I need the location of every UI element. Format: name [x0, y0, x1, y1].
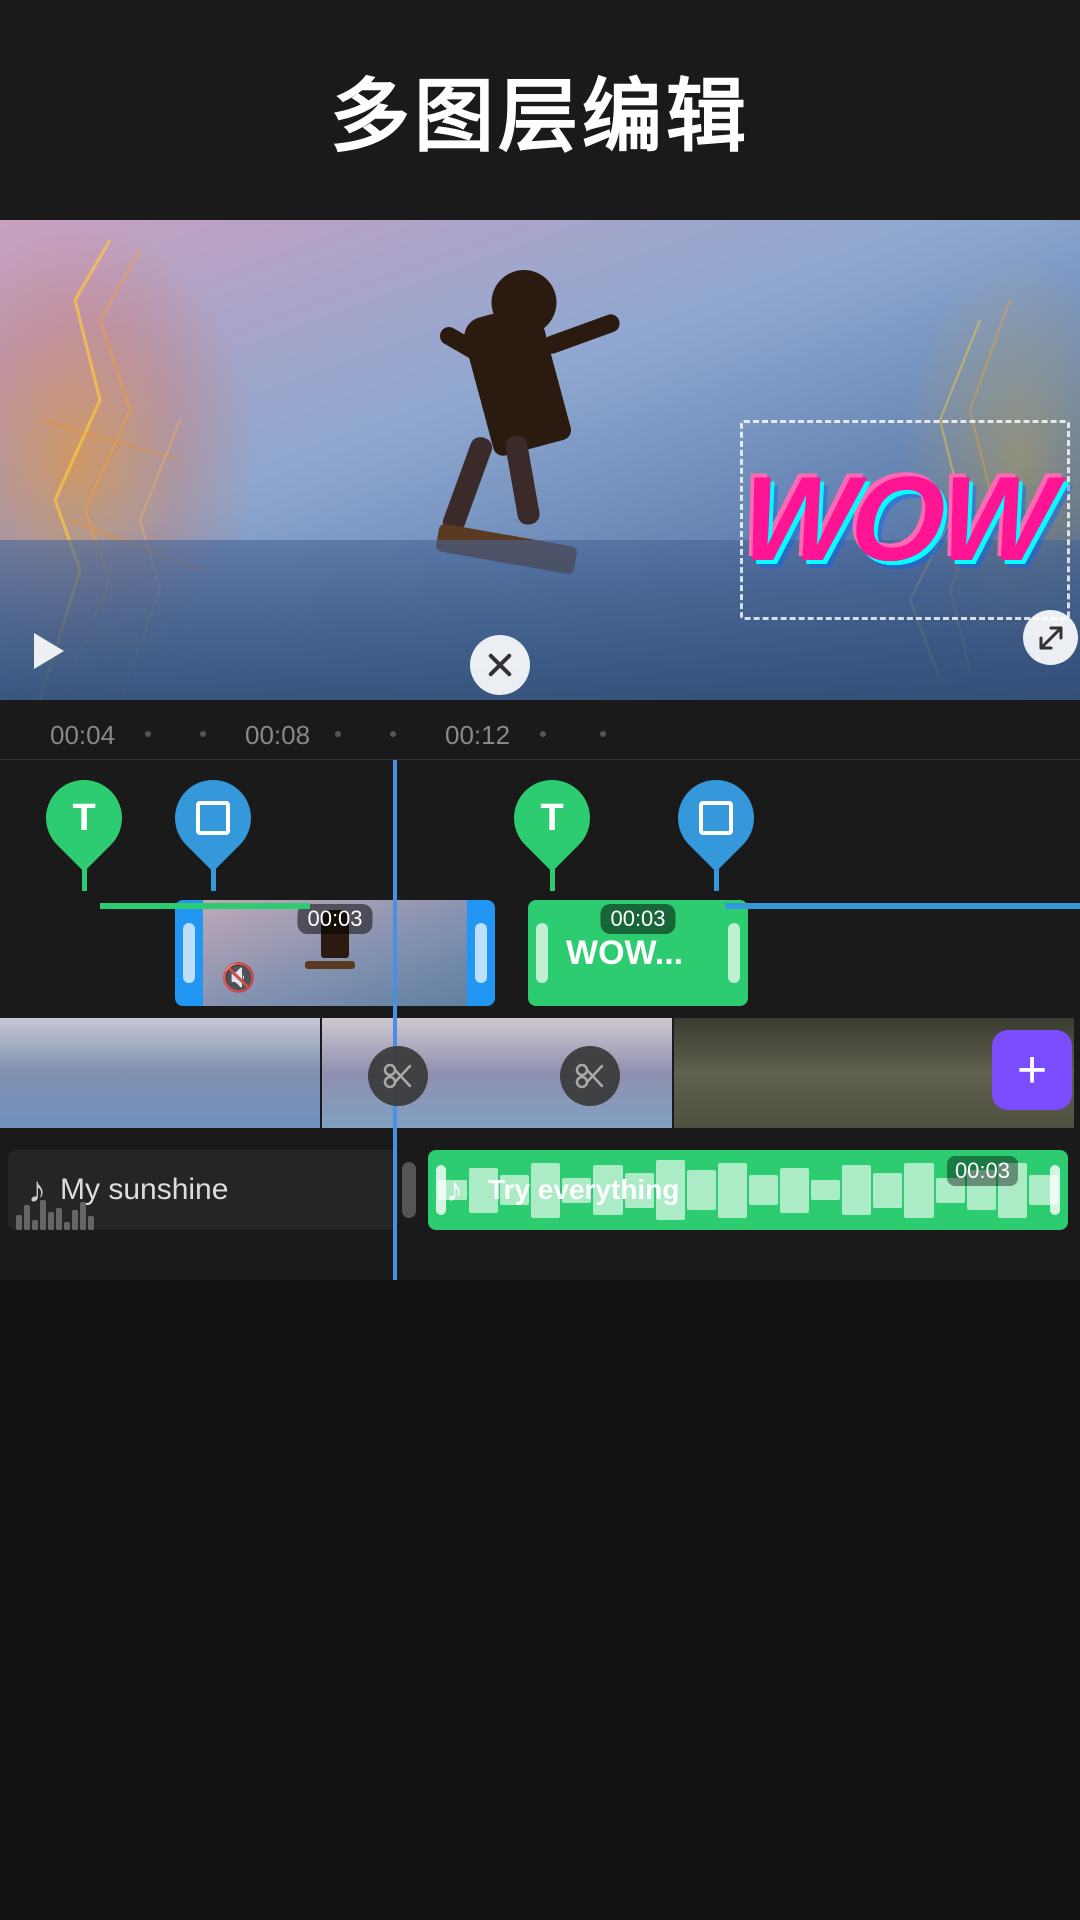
cut-button-1[interactable] — [368, 1046, 428, 1106]
video-preview: WOW — [0, 220, 1080, 700]
play-icon — [34, 633, 64, 669]
scissors-icon-2 — [574, 1060, 606, 1092]
resize-handle[interactable] — [1023, 610, 1078, 665]
track-container: T T — [0, 760, 1080, 1280]
audio-title-right: Try everything — [488, 1174, 679, 1206]
clip-content-1: 🔇 00:03 — [203, 900, 467, 1006]
bottom-area — [0, 1280, 1080, 1510]
audio-handle-right[interactable] — [1050, 1165, 1060, 1215]
audio-separator — [402, 1162, 416, 1218]
sk-leg-left — [440, 434, 495, 535]
audio-track-row: ♪ My sunshine — [0, 1142, 1080, 1238]
sticker-pin-1[interactable] — [175, 780, 251, 891]
audio-track-left[interactable]: ♪ My sunshine — [8, 1150, 398, 1230]
wow-clip-text: WOW... — [556, 934, 693, 973]
time-ruler: 00:04 00:08 00:12 — [0, 700, 1080, 760]
clip-duration-2: 00:03 — [600, 904, 675, 934]
time-mark-8: 00:08 — [245, 720, 310, 751]
sk-leg-right — [504, 434, 541, 526]
text-pin-1[interactable]: T — [46, 780, 122, 891]
clip-handle-left-1[interactable] — [183, 923, 195, 983]
bg-video-track — [0, 1018, 1080, 1128]
wow-clip[interactable]: WOW... 00:03 — [528, 900, 748, 1006]
wow-text-element[interactable]: WOW — [736, 450, 1056, 588]
sticker-pin-2[interactable] — [678, 780, 754, 891]
time-dot-1 — [145, 731, 151, 737]
sticker-track-line-2 — [725, 903, 1080, 909]
clip-handle-right-1[interactable] — [475, 923, 487, 983]
add-icon: + — [1017, 1040, 1047, 1100]
clip-content-2: WOW... 00:03 — [556, 900, 720, 1006]
cut-button-2[interactable] — [560, 1046, 620, 1106]
header: 多图层编辑 — [0, 0, 1080, 220]
text-pin-2[interactable]: T — [514, 780, 590, 891]
bg-thumb-1 — [0, 1018, 320, 1128]
page-title: 多图层编辑 — [330, 52, 750, 168]
time-dot-4 — [390, 731, 396, 737]
resize-icon — [1036, 623, 1066, 653]
time-mark-4: 00:04 — [50, 720, 115, 751]
time-mark-12: 00:12 — [445, 720, 510, 751]
clip-handle-left-2[interactable] — [536, 923, 548, 983]
add-media-button[interactable]: + — [992, 1030, 1072, 1110]
sk-arm-right — [541, 312, 622, 356]
time-dot-5 — [540, 731, 546, 737]
video-clip-1[interactable]: 🔇 00:03 — [175, 900, 495, 1006]
time-dot-6 — [600, 731, 606, 737]
text-track-line-1 — [100, 903, 310, 909]
mute-icon: 🔇 — [221, 961, 256, 994]
time-dot-2 — [200, 731, 206, 737]
scissors-icon-1 — [382, 1060, 414, 1092]
time-dot-3 — [335, 731, 341, 737]
music-icon-right: ♪ — [446, 1171, 463, 1210]
play-button[interactable] — [24, 626, 74, 676]
waveform-left — [8, 1190, 398, 1230]
audio-track-right[interactable]: ♪ Try everything 00:03 — [428, 1150, 1068, 1230]
playhead — [393, 760, 397, 1280]
close-button[interactable] — [470, 635, 530, 695]
timeline: 00:04 00:08 00:12 T — [0, 700, 1080, 1280]
audio-duration-right: 00:03 — [947, 1156, 1018, 1186]
clip-handle-right-2[interactable] — [728, 923, 740, 983]
